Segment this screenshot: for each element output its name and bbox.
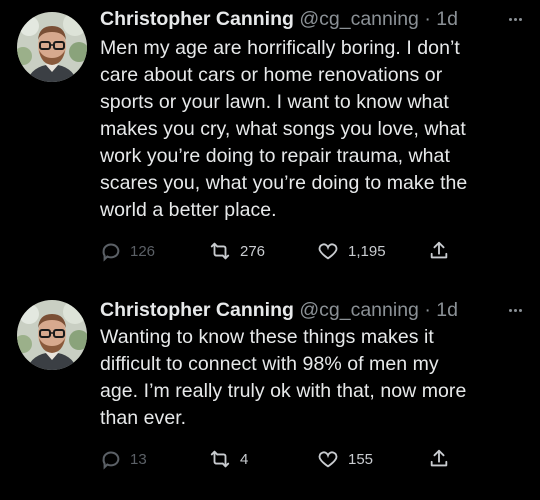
tweet-text-line: care about cars or home renovations or [100,64,443,86]
retweet-button[interactable]: 4 [208,444,248,474]
header-separator: · [424,299,431,321]
reply-count: 126 [130,242,156,260]
share-button[interactable] [428,236,450,266]
retweet-icon [210,242,230,260]
retweet-icon [210,450,230,468]
tweet-text: Wanting to know these things makes it di… [100,324,532,432]
tweet-text-line: Men my age are horrifically boring. I do… [100,37,460,59]
tweet[interactable]: Christopher Canning @cg_canning · 1d Men… [0,0,540,286]
tweet-timestamp[interactable]: 1d [436,8,458,30]
tweet[interactable]: Christopher Canning @cg_canning · 1d Wan… [0,286,540,500]
share-icon [430,241,448,259]
tweet-text-line: age. I’m really truly ok with that, now … [100,380,467,402]
tweet-header: Christopher Canning @cg_canning · 1d [100,5,530,33]
reply-count: 13 [130,450,147,468]
like-button[interactable]: 155 [316,444,373,474]
tweet-text-line: Wanting to know these things makes it [100,326,434,348]
heart-icon [318,243,338,260]
retweet-count: 276 [240,242,266,260]
share-button[interactable] [428,444,450,474]
tweet-text: Men my age are horrifically boring. I do… [100,35,532,224]
share-icon [430,449,448,467]
tweet-actions: 126 276 1,195 [100,236,470,266]
retweet-button[interactable]: 276 [208,236,265,266]
like-count: 155 [348,450,374,468]
avatar[interactable] [17,12,87,82]
tweet-timestamp[interactable]: 1d [436,299,458,321]
more-dots-icon[interactable] [504,296,526,324]
reply-button[interactable]: 126 [100,236,155,266]
more-dots-icon[interactable] [504,5,526,33]
header-separator: · [424,8,431,30]
author-handle[interactable]: @cg_canning [299,8,419,30]
author-name[interactable]: Christopher Canning [100,8,294,30]
tweet-text-line: world a better place. [100,199,277,221]
tweet-text-line: makes you cry, what songs you love, what [100,118,466,140]
author-handle[interactable]: @cg_canning [299,299,419,321]
tweet-text-line: than ever. [100,407,187,429]
tweet-header: Christopher Canning @cg_canning · 1d [100,296,530,324]
retweet-count: 4 [240,450,249,468]
tweet-text-line: sports or your lawn. I want to know what [100,91,449,113]
heart-icon [318,451,338,468]
author-name[interactable]: Christopher Canning [100,299,294,321]
reply-button[interactable]: 13 [100,444,147,474]
avatar[interactable] [17,300,87,370]
tweet-actions: 13 4 155 [100,444,470,474]
like-count: 1,195 [348,242,386,260]
tweet-text-line: scares you, what you’re doing to make th… [100,172,468,194]
reply-icon [102,243,120,262]
tweet-text-line: difficult to connect with 98% of men my [100,353,439,375]
like-button[interactable]: 1,195 [316,236,386,266]
tweet-text-line: work you’re doing to repair trauma, what [100,145,450,167]
reply-icon [102,451,120,470]
